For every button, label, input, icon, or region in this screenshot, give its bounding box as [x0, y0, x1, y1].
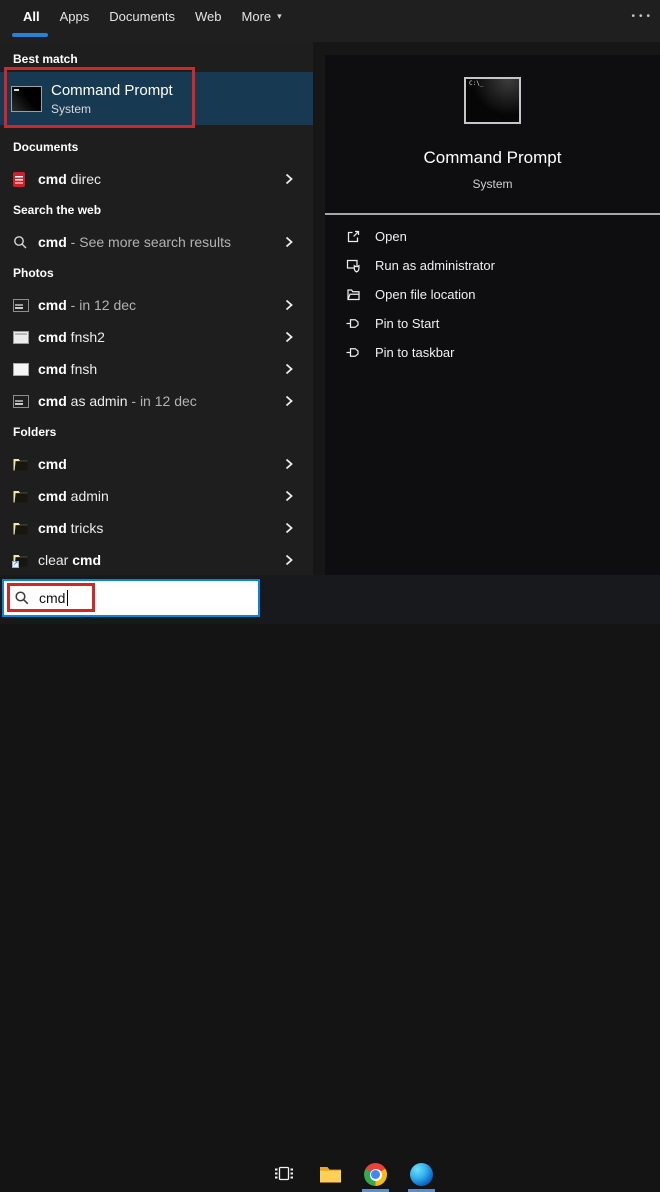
open-icon	[345, 228, 362, 245]
taskbar-search-input[interactable]: cmd	[2, 579, 260, 617]
best-match-result[interactable]: Command Prompt System	[0, 72, 313, 125]
best-match-subtitle: System	[51, 102, 173, 116]
best-match-texts: Command Prompt System	[51, 82, 173, 116]
preview-panel: Command Prompt System Open Run as adminis…	[325, 55, 660, 575]
chevron-right-icon[interactable]	[283, 236, 295, 248]
result-row[interactable]: cmd fnsh2	[0, 321, 313, 353]
result-row[interactable]: cmd as admin - in 12 dec	[0, 385, 313, 417]
result-label: cmd as admin - in 12 dec	[38, 393, 197, 409]
tab-all[interactable]: All	[23, 9, 40, 24]
action-label: Pin to Start	[375, 316, 439, 331]
tab-apps[interactable]: Apps	[60, 9, 90, 24]
result-sections: Documents cmd direc Search the web cmd - Se…	[0, 140, 313, 575]
result-row[interactable]: cmd - See more search results	[0, 226, 313, 258]
pdf-icon	[13, 172, 29, 187]
tab-label: Web	[195, 9, 222, 24]
search-results-panel: Best match Command Prompt System Documen…	[0, 42, 313, 575]
result-label: cmd - See more search results	[38, 234, 231, 250]
chevron-right-icon[interactable]	[283, 395, 295, 407]
preview-region: Command Prompt System Open Run as adminis…	[313, 42, 660, 575]
search-filter-bar: All Apps Documents Web More ▾ •••	[0, 0, 660, 42]
chevron-down-icon: ▾	[277, 11, 282, 22]
section-header: Search the web	[13, 203, 313, 218]
result-row[interactable]: cmd - in 12 dec	[0, 289, 313, 321]
result-row[interactable]: ↗ clear cmd	[0, 544, 313, 575]
action-label: Open	[375, 229, 407, 244]
chevron-right-icon[interactable]	[283, 173, 295, 185]
action-open-file-location[interactable]: Open file location	[345, 280, 654, 309]
best-match-title: Command Prompt	[51, 82, 173, 99]
action-pin-to-start[interactable]: Pin to Start	[345, 309, 654, 338]
result-row[interactable]: cmd	[0, 448, 313, 480]
preview-subtitle: System	[472, 177, 512, 191]
result-row[interactable]: cmd admin	[0, 480, 313, 512]
action-label: Pin to taskbar	[375, 345, 455, 360]
photo-light-icon	[13, 331, 29, 344]
action-label: Open file location	[375, 287, 475, 302]
result-label: cmd tricks	[38, 520, 103, 536]
result-label: cmd - in 12 dec	[38, 297, 136, 313]
preview-title: Command Prompt	[424, 148, 562, 168]
action-label: Run as administrator	[375, 258, 495, 273]
folder-icon	[13, 458, 29, 471]
chevron-right-icon[interactable]	[283, 554, 295, 566]
tab-label: All	[23, 9, 40, 24]
action-pin-to-taskbar[interactable]: Pin to taskbar	[345, 338, 654, 367]
result-label: cmd	[38, 456, 67, 472]
websearch-icon	[13, 235, 29, 250]
result-row[interactable]: cmd tricks	[0, 512, 313, 544]
tab-list: All Apps Documents Web More ▾	[0, 0, 660, 32]
admin-shield-icon	[345, 257, 362, 274]
photo-white-icon	[13, 363, 29, 376]
action-run-as-administrator[interactable]: Run as administrator	[345, 251, 654, 280]
pin-icon	[345, 344, 362, 361]
tab-documents[interactable]: Documents	[109, 9, 175, 24]
photo-dark-icon	[13, 395, 29, 408]
active-tab-underline	[12, 33, 48, 37]
chevron-right-icon[interactable]	[283, 363, 295, 375]
photo-dark-icon	[13, 299, 29, 312]
edge-icon[interactable]	[410, 1163, 433, 1186]
search-query-text: cmd	[39, 590, 65, 606]
more-options-icon[interactable]: •••	[631, 11, 654, 22]
section-header-best-match: Best match	[13, 52, 313, 67]
result-label: cmd direc	[38, 171, 101, 187]
chevron-right-icon[interactable]	[283, 458, 295, 470]
divider	[325, 213, 660, 215]
file-explorer-icon[interactable]	[319, 1164, 342, 1184]
action-list: Open Run as administrator Open file locati…	[345, 222, 654, 367]
tab-label: Documents	[109, 9, 175, 24]
command-prompt-icon-large	[464, 77, 521, 124]
result-row[interactable]: cmd direc	[0, 163, 313, 195]
tab-label: More	[242, 9, 272, 24]
section-header: Photos	[13, 266, 313, 281]
tab-label: Apps	[60, 9, 90, 24]
folder-shortcut-icon: ↗	[13, 554, 29, 567]
action-open[interactable]: Open	[345, 222, 654, 251]
folder-icon	[13, 490, 29, 503]
section-header: Documents	[13, 140, 313, 155]
result-label: cmd fnsh	[38, 361, 97, 377]
result-label: clear cmd	[38, 552, 101, 568]
taskbar: cmd	[0, 575, 660, 624]
chrome-icon[interactable]	[364, 1163, 387, 1186]
chevron-right-icon[interactable]	[283, 490, 295, 502]
section-header: Folders	[13, 425, 313, 440]
file-location-icon	[345, 286, 362, 303]
search-icon	[14, 590, 30, 606]
pin-icon	[345, 315, 362, 332]
result-row[interactable]: cmd fnsh	[0, 353, 313, 385]
chevron-right-icon[interactable]	[283, 331, 295, 343]
task-view-icon[interactable]	[273, 1165, 295, 1183]
command-prompt-icon	[11, 86, 42, 112]
result-label: cmd fnsh2	[38, 329, 105, 345]
windows-search-flyout: All Apps Documents Web More ▾ ••• Best match …	[0, 0, 660, 624]
chevron-right-icon[interactable]	[283, 299, 295, 311]
chevron-right-icon[interactable]	[283, 522, 295, 534]
tab-web[interactable]: Web	[195, 9, 222, 24]
result-label: cmd admin	[38, 488, 109, 504]
text-cursor	[67, 590, 68, 606]
tab-more[interactable]: More ▾	[242, 9, 282, 24]
folder-icon	[13, 522, 29, 535]
